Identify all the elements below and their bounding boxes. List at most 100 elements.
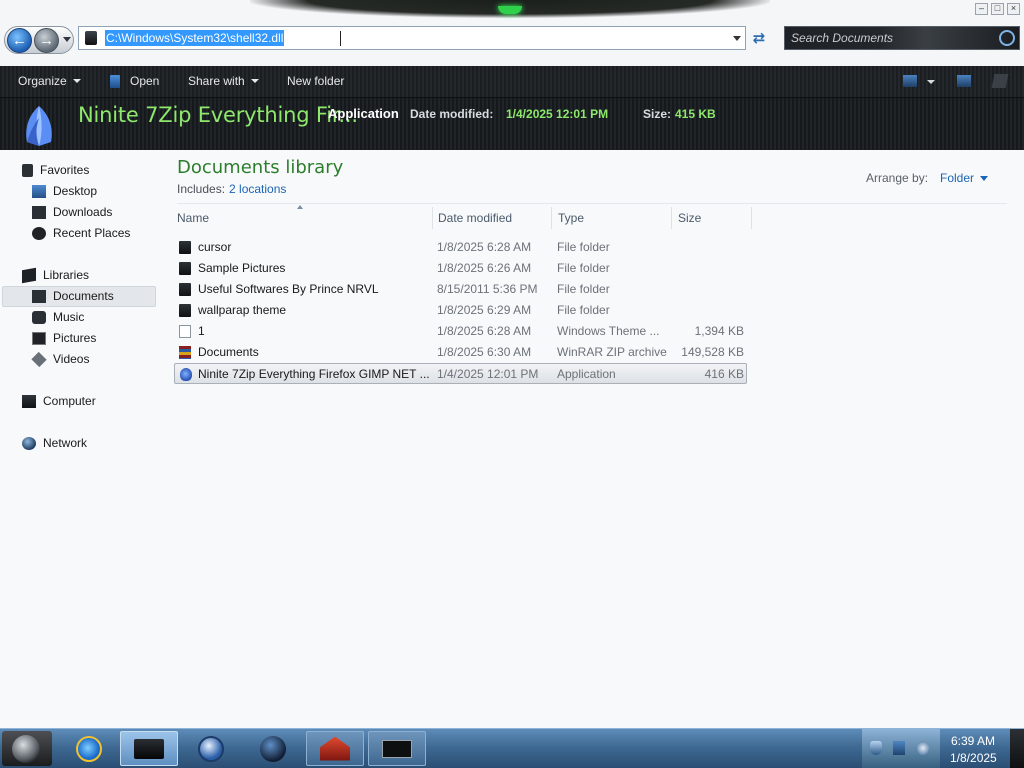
application-icon: [180, 368, 192, 381]
shield-icon[interactable]: [870, 741, 882, 755]
libraries-icon: [22, 267, 36, 283]
file-row[interactable]: cursor 1/8/2025 6:28 AM File folder: [174, 237, 747, 258]
file-row-selected[interactable]: Ninite 7Zip Everything Firefox GIMP NET …: [174, 363, 747, 384]
file-date: 1/8/2025 6:30 AM: [437, 345, 532, 359]
share-with-button[interactable]: Share with: [188, 74, 259, 88]
window-titlebar: – □ × ← → C:\Windows\System32\shell32.dl…: [0, 0, 1024, 66]
nav-label: Pictures: [53, 331, 97, 345]
help-icon[interactable]: [991, 74, 1009, 88]
close-button[interactable]: ×: [1007, 3, 1020, 15]
file-name: Ninite 7Zip Everything Firefox GIMP NET …: [198, 367, 430, 381]
volume-icon[interactable]: [917, 741, 929, 755]
includes-label: Includes:: [177, 182, 226, 196]
file-name: Sample Pictures: [198, 261, 286, 275]
includes-locations-link[interactable]: 2 locations: [229, 182, 286, 196]
show-desktop-button[interactable]: [1010, 729, 1024, 768]
organize-button[interactable]: Organize: [18, 74, 81, 88]
address-path[interactable]: C:\Windows\System32\shell32.dll: [105, 30, 285, 46]
folder-icon: [179, 262, 191, 275]
file-row[interactable]: Sample Pictures 1/8/2025 6:26 AM File fo…: [174, 258, 747, 279]
change-view-icon[interactable]: [903, 75, 917, 87]
nav-item-network[interactable]: Network: [22, 433, 87, 453]
status-led-icon: [498, 6, 522, 14]
details-file-type: Application: [328, 106, 399, 121]
taskbar-internet-explorer[interactable]: [60, 731, 118, 766]
chevron-down-icon: [980, 175, 989, 181]
nav-label: Computer: [43, 394, 96, 408]
nav-label: Network: [43, 436, 88, 450]
start-button[interactable]: [2, 731, 52, 766]
nav-item-pictures[interactable]: Pictures: [32, 328, 96, 348]
file-row[interactable]: 1 1/8/2025 6:28 AM Windows Theme ... 1,3…: [174, 321, 747, 342]
text-cursor: [340, 30, 342, 46]
address-bar[interactable]: C:\Windows\System32\shell32.dll: [78, 26, 746, 50]
column-header-name[interactable]: Name: [177, 207, 431, 229]
file-size: 149,528 KB: [681, 345, 744, 359]
media-player-icon: [198, 735, 224, 762]
new-folder-button[interactable]: New folder: [287, 74, 344, 88]
nav-item-downloads[interactable]: Downloads: [32, 202, 112, 222]
details-size-value: 415 KB: [675, 107, 716, 121]
new-folder-label: New folder: [287, 74, 345, 88]
nav-label: Downloads: [53, 205, 113, 219]
minimize-button[interactable]: –: [975, 3, 988, 15]
taskbar-terminal-app[interactable]: [368, 731, 426, 766]
view-options-dropdown[interactable]: [927, 80, 935, 84]
maximize-button[interactable]: □: [991, 3, 1004, 15]
nav-item-recent-places[interactable]: Recent Places: [32, 223, 130, 243]
search-input[interactable]: Search Documents: [791, 31, 893, 45]
refresh-icon[interactable]: ⇄: [748, 27, 770, 49]
file-size: 1,394 KB: [694, 324, 744, 338]
clock-date[interactable]: 1/8/2025: [950, 751, 997, 765]
file-type: File folder: [557, 261, 610, 275]
windows-explorer-icon: [134, 738, 164, 759]
column-header-size[interactable]: Size: [678, 207, 750, 229]
taskbar-globe-app[interactable]: [244, 731, 302, 766]
column-header-date[interactable]: Date modified: [438, 207, 550, 229]
column-separator[interactable]: [671, 207, 672, 229]
videos-icon: [31, 351, 47, 367]
nav-label: Recent Places: [53, 226, 131, 240]
taskbar-red-app[interactable]: [306, 731, 364, 766]
arrange-by-dropdown[interactable]: Folder: [940, 171, 989, 185]
file-date: 8/15/2011 5:36 PM: [437, 282, 538, 296]
back-button[interactable]: ←: [7, 28, 32, 53]
column-separator[interactable]: [751, 207, 752, 229]
file-name: Documents: [198, 345, 259, 359]
nav-item-favorites[interactable]: Favorites: [22, 160, 89, 180]
file-row[interactable]: wallparap theme 1/8/2025 6:29 AM File fo…: [174, 300, 747, 321]
search-box[interactable]: Search Documents: [784, 26, 1020, 50]
preview-pane-icon[interactable]: [957, 75, 971, 87]
nav-item-computer[interactable]: Computer: [22, 391, 96, 411]
pictures-icon: [32, 331, 46, 345]
address-dropdown-icon[interactable]: [733, 36, 741, 41]
column-separator[interactable]: [432, 207, 433, 229]
search-icon[interactable]: [999, 30, 1015, 46]
taskbar-windows-explorer[interactable]: [120, 731, 178, 766]
taskbar-media-player[interactable]: [182, 731, 240, 766]
recent-pages-dropdown[interactable]: [63, 37, 71, 42]
nav-item-music[interactable]: Music: [32, 307, 84, 327]
column-separator[interactable]: [551, 207, 552, 229]
organize-label: Organize: [18, 74, 67, 88]
file-type: File folder: [557, 240, 610, 254]
forward-button[interactable]: →: [34, 28, 59, 53]
file-row[interactable]: Useful Softwares By Prince NRVL 8/15/201…: [174, 279, 747, 300]
terminal-icon: [382, 739, 412, 758]
nav-item-documents[interactable]: Documents: [32, 286, 114, 306]
globe-icon: [260, 735, 286, 762]
clock-time[interactable]: 6:39 AM: [951, 734, 995, 748]
nav-label: Libraries: [43, 268, 90, 282]
network-tray-icon[interactable]: [893, 741, 905, 755]
file-row[interactable]: Documents 1/8/2025 6:30 AM WinRAR ZIP ar…: [174, 342, 747, 363]
nav-item-videos[interactable]: Videos: [31, 349, 89, 369]
open-button[interactable]: Open: [110, 74, 159, 88]
chevron-down-icon: [72, 79, 81, 83]
file-type: Application: [557, 367, 616, 381]
details-file-name: Ninite 7Zip Everything Fir...: [78, 103, 358, 127]
music-icon: [32, 310, 46, 324]
file-date: 1/8/2025 6:28 AM: [437, 240, 532, 254]
nav-item-desktop[interactable]: Desktop: [32, 181, 97, 201]
column-header-type[interactable]: Type: [558, 207, 670, 229]
nav-item-libraries[interactable]: Libraries: [22, 265, 89, 285]
